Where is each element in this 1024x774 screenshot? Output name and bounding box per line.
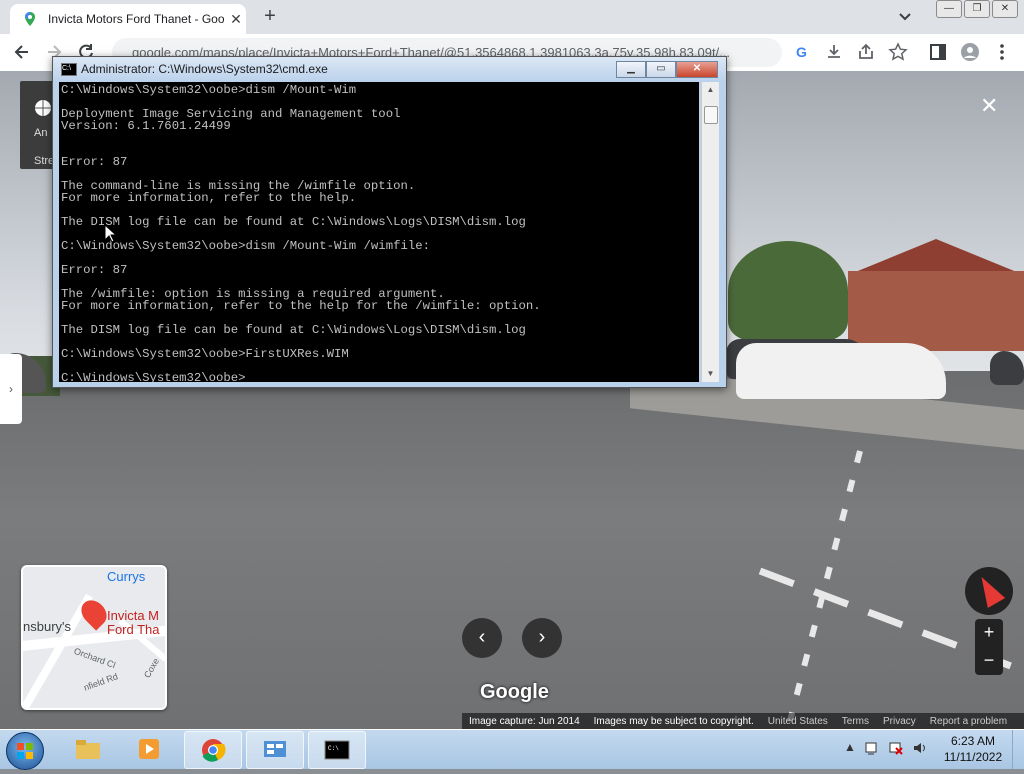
windows-logo-icon [17,743,33,759]
map-label-place-1: Invicta M [107,608,160,623]
maps-pin-icon [25,12,35,26]
zoom-controls: + − [975,619,1003,675]
copyright-notice: Images may be subject to copyright. [593,715,754,727]
bookmark-star-icon[interactable] [888,42,908,62]
start-button[interactable] [6,732,44,770]
scroll-up-icon[interactable]: ▲ [702,82,719,98]
clock-date: 11/11/2022 [943,750,1003,764]
scroll-down-icon[interactable]: ▼ [702,366,719,382]
privacy-link[interactable]: Privacy [883,716,916,727]
menu-kebab-icon[interactable] [992,42,1012,62]
map-street-label: Coxe [141,656,162,680]
close-street-view-button[interactable]: ✕ [980,93,998,119]
taskbar-cmd-button[interactable]: C:\ [308,731,366,769]
map-label-place-2: Ford Tha [107,622,160,637]
compass-needle-icon [972,572,1006,608]
cmd-window-controls: ▁ ▭ ✕ [616,61,718,78]
new-tab-button[interactable]: + [259,5,281,28]
house-roof [848,239,1024,275]
browser-tab-strip: Invicta Motors Ford Thanet - Goo ✕ + — ❐… [0,0,1024,34]
trees [728,241,848,341]
cmd-window-title: Administrator: C:\Windows\System32\cmd.e… [81,62,328,76]
cmd-console[interactable]: C:\Windows\System32\oobe>dism /Mount-Wim… [59,82,699,382]
volume-icon[interactable] [912,740,928,756]
next-image-button[interactable]: › [522,618,562,658]
folder-icon [76,740,100,759]
expand-panel-button[interactable]: › [0,354,22,424]
scroll-thumb[interactable] [704,106,718,124]
share-icon[interactable] [856,42,876,62]
clock-time: 6:23 AM [950,734,996,748]
cmd-window-icon: C:\ [61,63,77,76]
terms-link[interactable]: Terms [842,716,869,727]
close-window-button[interactable]: ✕ [992,0,1018,18]
browser-window-controls: — ❐ ✕ [936,0,1018,18]
media-player-icon [139,739,159,759]
back-arrow-icon[interactable] [12,42,32,62]
attribution-bar: Image capture: Jun 2014 Images may be su… [462,713,1024,729]
show-hidden-icons-button[interactable]: ▲ [844,740,856,756]
cmd-scrollbar[interactable]: ▲ ▼ [701,82,719,382]
cmd-title-bar[interactable]: C:\ Administrator: C:\Windows\System32\c… [53,57,726,81]
cmd-minimize-button[interactable]: ▁ [616,61,646,78]
previous-image-button[interactable]: ‹ [462,618,502,658]
map-street-label: Orchard Cl [72,645,117,671]
svg-text:C:\: C:\ [328,745,339,752]
tab-close-icon[interactable]: ✕ [228,11,244,28]
show-desktop-button[interactable] [1012,730,1024,769]
report-problem-link[interactable]: Report a problem [930,716,1007,727]
map-label-currys: Currys [107,569,146,584]
profile-avatar-icon[interactable] [960,42,980,62]
side-panel-icon[interactable] [928,42,948,62]
street-view-info-card[interactable]: An Stre [20,81,56,169]
browser-tab[interactable]: Invicta Motors Ford Thanet - Goo ✕ [10,4,246,34]
compass-button[interactable] [965,567,1013,615]
image-capture-date: Image capture: Jun 2014 [469,715,580,727]
map-label-sainsburys: nsbury's [23,619,72,634]
tab-search-chevron-icon[interactable] [896,9,914,25]
cmd-icon: C:\ [324,740,350,760]
region-link[interactable]: United States [768,716,828,727]
taskbar-control-panel-button[interactable] [246,731,304,769]
taskbar-clock[interactable]: 6:23 AM 11/11/2022 [938,733,1008,765]
tab-title: Invicta Motors Ford Thanet - Goo [48,12,224,26]
system-tray: ▲ [844,740,928,756]
windows-taskbar: C:\ ▲ 6:23 AM 11/11/2022 [0,729,1024,770]
restore-button[interactable]: ❐ [964,0,990,18]
white-car [736,343,946,399]
taskbar-chrome-button[interactable] [184,731,242,769]
google-logo: Google [480,681,549,703]
cmd-maximize-button[interactable]: ▭ [646,61,676,78]
install-app-icon[interactable] [824,42,844,62]
mouse-cursor-icon [104,224,118,243]
map-street-label: nfield Rd [82,671,120,693]
info-card-title: An [34,127,48,139]
network-disconnected-icon[interactable] [888,740,904,756]
cmd-close-button[interactable]: ✕ [676,61,718,78]
action-center-icon[interactable] [864,740,880,756]
minimize-button[interactable]: — [936,0,962,18]
zoom-out-button[interactable]: − [975,647,1003,675]
house [848,271,1024,351]
cmd-window[interactable]: C:\ Administrator: C:\Windows\System32\c… [52,56,727,388]
minimap[interactable]: Currys nsbury's Invicta M Ford Tha Orcha… [21,565,167,710]
zoom-in-button[interactable]: + [975,619,1003,647]
control-panel-icon [264,741,286,757]
taskbar-explorer-button[interactable] [60,731,116,767]
taskbar-media-player-button[interactable] [121,731,177,767]
globe-icon [35,100,51,116]
chrome-icon [202,739,226,762]
svg-text:G: G [796,44,807,60]
cmd-output: C:\Windows\System32\oobe>dism /Mount-Wim… [61,83,541,382]
google-g-icon[interactable]: G [792,42,812,62]
